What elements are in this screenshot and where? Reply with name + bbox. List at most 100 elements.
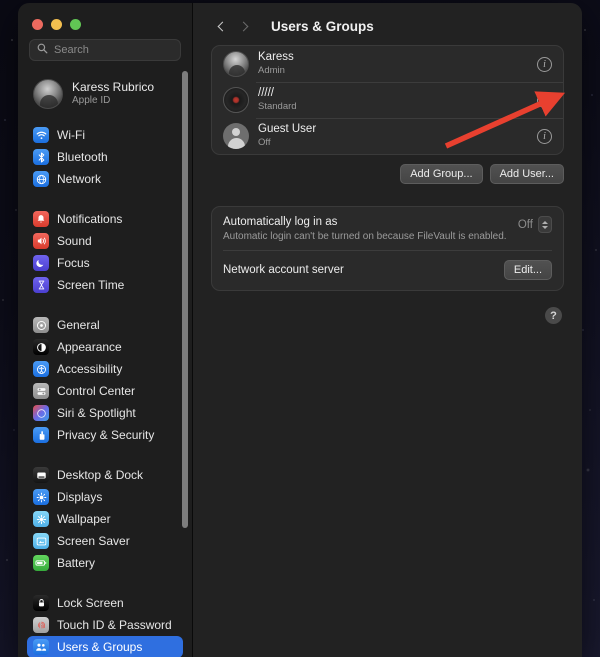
- user-name: Guest User: [258, 122, 537, 137]
- bluetooth-icon: [33, 149, 49, 165]
- table-row[interactable]: ///// Standard i: [212, 82, 563, 118]
- sidebar-item-label: Siri & Spotlight: [57, 406, 136, 420]
- search-box[interactable]: [29, 39, 181, 61]
- network-account-server-label: Network account server: [223, 264, 504, 276]
- search-icon: [37, 41, 48, 59]
- sidebar-group-system: General Appearance: [18, 314, 192, 446]
- sidebar-item-label: Appearance: [57, 340, 122, 354]
- auto-login-description: Automatic login can't be turned on becau…: [223, 231, 518, 242]
- add-group-button[interactable]: Add Group...: [400, 164, 482, 184]
- accessibility-icon: [33, 361, 49, 377]
- lock-icon: [33, 595, 49, 611]
- sidebar-item-displays[interactable]: Displays: [27, 486, 183, 508]
- sidebar-item-general[interactable]: General: [27, 314, 183, 336]
- window-traffic-lights: [18, 3, 192, 33]
- info-icon[interactable]: i: [537, 57, 552, 72]
- sidebar-item-desktop-dock[interactable]: Desktop & Dock: [27, 464, 183, 486]
- sidebar-group-alerts: Notifications Sound: [18, 208, 192, 296]
- sidebar-item-sound[interactable]: Sound: [27, 230, 183, 252]
- sidebar: Karess Rubrico Apple ID: [18, 3, 193, 657]
- minimize-button[interactable]: [51, 19, 62, 30]
- sidebar-item-label: Notifications: [57, 212, 122, 226]
- wifi-icon: [33, 127, 49, 143]
- close-button[interactable]: [32, 19, 43, 30]
- chevron-left-icon: [218, 21, 228, 31]
- user-name: Karess: [258, 50, 537, 65]
- sidebar-item-control-center[interactable]: Control Center: [27, 380, 183, 402]
- sidebar-item-label: Users & Groups: [57, 640, 142, 654]
- sidebar-item-label: Wallpaper: [57, 512, 111, 526]
- info-icon[interactable]: i: [537, 129, 552, 144]
- sidebar-item-lock-screen[interactable]: Lock Screen: [27, 592, 183, 614]
- edit-button[interactable]: Edit...: [504, 260, 552, 280]
- hourglass-icon: [33, 277, 49, 293]
- auto-login-row: Automatically log in as Automatic login …: [212, 207, 563, 250]
- sidebar-scrollbar[interactable]: [182, 71, 188, 528]
- sidebar-item-touch-id-password[interactable]: Touch ID & Password: [27, 614, 183, 636]
- sidebar-item-accessibility[interactable]: Accessibility: [27, 358, 183, 380]
- sidebar-item-label: Control Center: [57, 384, 135, 398]
- sidebar-item-privacy-security[interactable]: Privacy & Security: [27, 424, 183, 446]
- moon-icon: [33, 255, 49, 271]
- add-user-button[interactable]: Add User...: [490, 164, 564, 184]
- auto-login-control[interactable]: Off: [518, 216, 552, 233]
- page-title: Users & Groups: [271, 19, 374, 34]
- user-role: Off: [258, 137, 537, 149]
- sidebar-item-battery[interactable]: Battery: [27, 552, 183, 574]
- sidebar-item-label: Desktop & Dock: [57, 468, 143, 482]
- sidebar-scrollbar-thumb[interactable]: [182, 71, 188, 528]
- sidebar-item-label: Battery: [57, 556, 95, 570]
- sidebar-item-bluetooth[interactable]: Bluetooth: [27, 146, 183, 168]
- sidebar-item-label: Bluetooth: [57, 150, 108, 164]
- desktop-dock-icon: [33, 467, 49, 483]
- user-role: Standard: [258, 101, 537, 113]
- sidebar-item-screen-saver[interactable]: Screen Saver: [27, 530, 183, 552]
- sidebar-item-label: Screen Time: [57, 278, 124, 292]
- forward-button[interactable]: [235, 15, 255, 37]
- privacy-hand-icon: [33, 427, 49, 443]
- table-row[interactable]: Karess Admin i: [212, 46, 563, 82]
- sidebar-item-label: Screen Saver: [57, 534, 130, 548]
- desktop-wallpaper: Karess Rubrico Apple ID: [0, 0, 600, 657]
- sidebar-item-notifications[interactable]: Notifications: [27, 208, 183, 230]
- bell-icon: [33, 211, 49, 227]
- apple-id-subtitle: Apple ID: [72, 95, 154, 108]
- help-icon[interactable]: ?: [545, 307, 562, 324]
- sidebar-item-label: Sound: [57, 234, 92, 248]
- zoom-button[interactable]: [70, 19, 81, 30]
- battery-icon: [33, 555, 49, 571]
- back-button[interactable]: [211, 15, 231, 37]
- table-row[interactable]: Guest User Off i: [212, 118, 563, 154]
- network-account-server-row: Network account server Edit...: [212, 250, 563, 290]
- help-row: ?: [211, 307, 564, 324]
- sidebar-item-focus[interactable]: Focus: [27, 252, 183, 274]
- sidebar-item-wi-fi[interactable]: Wi-Fi: [27, 124, 183, 146]
- appearance-contrast-icon: [33, 339, 49, 355]
- sidebar-item-wallpaper[interactable]: Wallpaper: [27, 508, 183, 530]
- wallpaper-icon: [33, 511, 49, 527]
- sidebar-group-security: Lock Screen: [18, 592, 192, 657]
- sidebar-item-label: Displays: [57, 490, 102, 504]
- sidebar-item-users-groups[interactable]: Users & Groups: [27, 636, 183, 657]
- sidebar-item-siri-spotlight[interactable]: Siri & Spotlight: [27, 402, 183, 424]
- avatar: [223, 51, 249, 77]
- sidebar-item-apple-id[interactable]: Karess Rubrico Apple ID: [27, 73, 183, 115]
- chevron-updown-icon[interactable]: [538, 216, 552, 233]
- sidebar-item-label: Wi-Fi: [57, 128, 85, 142]
- sidebar-item-appearance[interactable]: Appearance: [27, 336, 183, 358]
- login-options-card: Automatically log in as Automatic login …: [211, 206, 564, 291]
- sidebar-item-label: Accessibility: [57, 362, 122, 376]
- sidebar-item-label: Focus: [57, 256, 90, 270]
- sidebar-item-label: Privacy & Security: [57, 428, 154, 442]
- display-brightness-icon: [33, 489, 49, 505]
- sidebar-item-label: Network: [57, 172, 101, 186]
- sidebar-item-network[interactable]: Network: [27, 168, 183, 190]
- main-panel: Users & Groups Karess Admin i /////: [193, 3, 582, 657]
- speaker-icon: [33, 233, 49, 249]
- users-groups-icon: [33, 639, 49, 655]
- avatar: [223, 87, 249, 113]
- info-icon[interactable]: i: [537, 93, 552, 108]
- search-input[interactable]: [54, 44, 196, 56]
- sidebar-item-screen-time[interactable]: Screen Time: [27, 274, 183, 296]
- user-name: /////: [258, 86, 537, 101]
